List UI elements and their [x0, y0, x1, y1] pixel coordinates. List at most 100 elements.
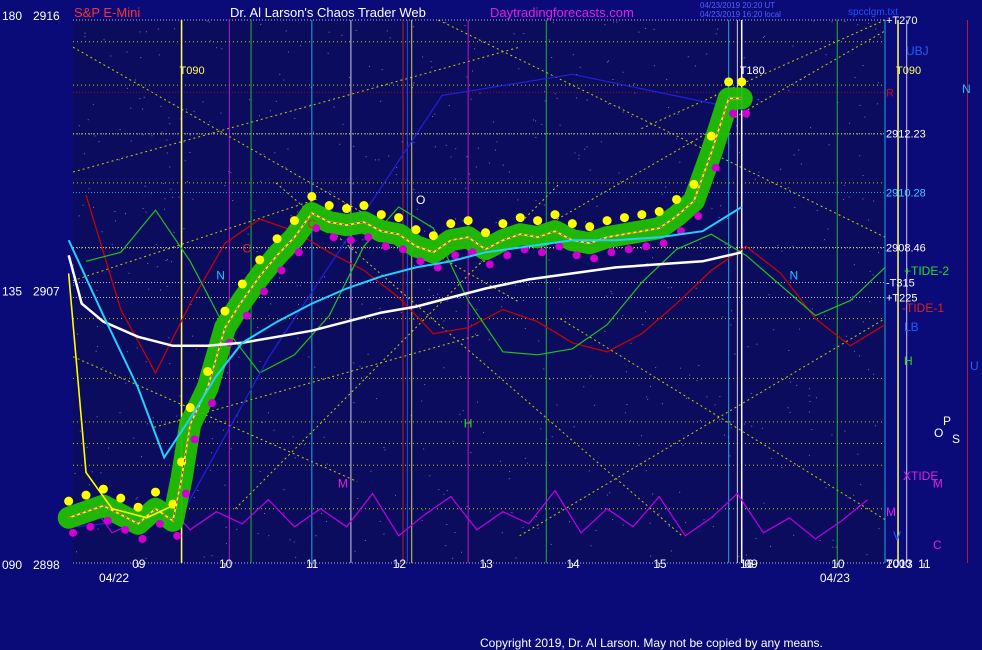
star-dot — [528, 180, 530, 182]
star-dot — [421, 519, 423, 521]
star-dot — [761, 427, 763, 429]
star-dot — [386, 30, 388, 32]
star-dot — [79, 430, 81, 432]
star-dot — [792, 245, 794, 247]
star-dot — [221, 48, 223, 50]
star-dot — [349, 76, 351, 78]
star-dot — [586, 146, 588, 148]
star-dot — [168, 337, 170, 339]
price-level-label: 2912.23 — [886, 129, 926, 141]
star-dot — [548, 259, 550, 261]
star-dot — [94, 135, 96, 137]
star-dot — [269, 110, 271, 112]
star-dot — [559, 288, 561, 290]
star-dot — [489, 511, 491, 513]
star-dot — [157, 28, 159, 30]
star-dot — [455, 310, 457, 312]
star-dot — [169, 123, 171, 125]
star-dot — [293, 541, 295, 543]
star-dot — [808, 395, 810, 397]
star-dot — [443, 367, 445, 369]
star-dot — [166, 285, 168, 287]
star-dot — [494, 149, 496, 151]
star-dot — [735, 125, 737, 127]
star-dot — [289, 539, 291, 541]
star-dot — [758, 171, 760, 173]
price-low-dot — [173, 531, 182, 540]
star-dot — [493, 121, 495, 123]
star-dot — [146, 423, 148, 425]
price-low-dot — [121, 525, 130, 534]
star-dot — [328, 31, 330, 33]
star-dot — [247, 233, 249, 235]
star-dot — [747, 346, 749, 348]
star-dot — [676, 138, 678, 140]
price-high-dot — [706, 131, 716, 141]
price-level-label: R — [886, 87, 894, 99]
price-low-dot — [607, 248, 616, 257]
star-dot — [370, 470, 372, 472]
star-dot — [867, 219, 869, 221]
star-dot — [502, 164, 504, 166]
star-dot — [466, 506, 468, 508]
star-dot — [98, 141, 100, 143]
star-dot — [202, 101, 204, 103]
price-high-dot — [237, 279, 247, 289]
price-low-dot — [242, 311, 251, 320]
star-dot — [781, 250, 783, 252]
star-dot — [443, 320, 445, 322]
star-dot — [475, 333, 477, 335]
star-dot — [164, 198, 166, 200]
star-dot — [590, 545, 592, 547]
star-dot — [622, 524, 624, 526]
star-dot — [465, 187, 467, 189]
star-dot — [762, 36, 764, 38]
star-dot — [211, 555, 213, 557]
star-dot — [395, 494, 397, 496]
price-high-dot — [307, 191, 317, 201]
star-dot — [238, 356, 240, 358]
star-dot — [166, 258, 168, 260]
star-dot — [554, 93, 556, 95]
star-dot — [860, 484, 862, 486]
price-high-dot — [376, 210, 386, 220]
star-dot — [808, 454, 810, 456]
star-dot — [578, 154, 580, 156]
star-dot — [143, 96, 145, 98]
star-dot — [268, 315, 270, 317]
star-dot — [743, 57, 745, 59]
star-dot — [422, 509, 424, 511]
star-dot — [781, 467, 783, 469]
star-dot — [550, 543, 552, 545]
star-dot — [642, 324, 644, 326]
star-dot — [754, 178, 756, 180]
star-dot — [303, 444, 305, 446]
star-dot — [192, 335, 194, 337]
star-dot — [595, 529, 597, 531]
star-dot — [849, 122, 851, 124]
star-dot — [867, 22, 869, 24]
star-dot — [220, 112, 222, 114]
star-dot — [670, 550, 672, 552]
star-dot — [224, 185, 226, 187]
star-dot — [412, 26, 414, 28]
star-dot — [211, 438, 213, 440]
timestamp-local: 04/23/2019 16:20 local — [700, 10, 781, 19]
plot-area — [73, 20, 885, 563]
star-dot — [84, 36, 86, 38]
star-dot — [535, 200, 537, 202]
star-dot — [139, 98, 141, 100]
star-dot — [495, 222, 497, 224]
star-dot — [458, 297, 460, 299]
star-dot — [477, 401, 479, 403]
star-dot — [862, 321, 864, 323]
star-dot — [257, 327, 259, 329]
star-dot — [723, 434, 725, 436]
marker-label: T090 — [180, 65, 205, 77]
star-dot — [230, 448, 232, 450]
star-dot — [270, 303, 272, 305]
star-dot — [606, 61, 608, 63]
star-dot — [278, 277, 280, 279]
price-high-dot — [272, 234, 282, 244]
star-dot — [364, 539, 366, 541]
